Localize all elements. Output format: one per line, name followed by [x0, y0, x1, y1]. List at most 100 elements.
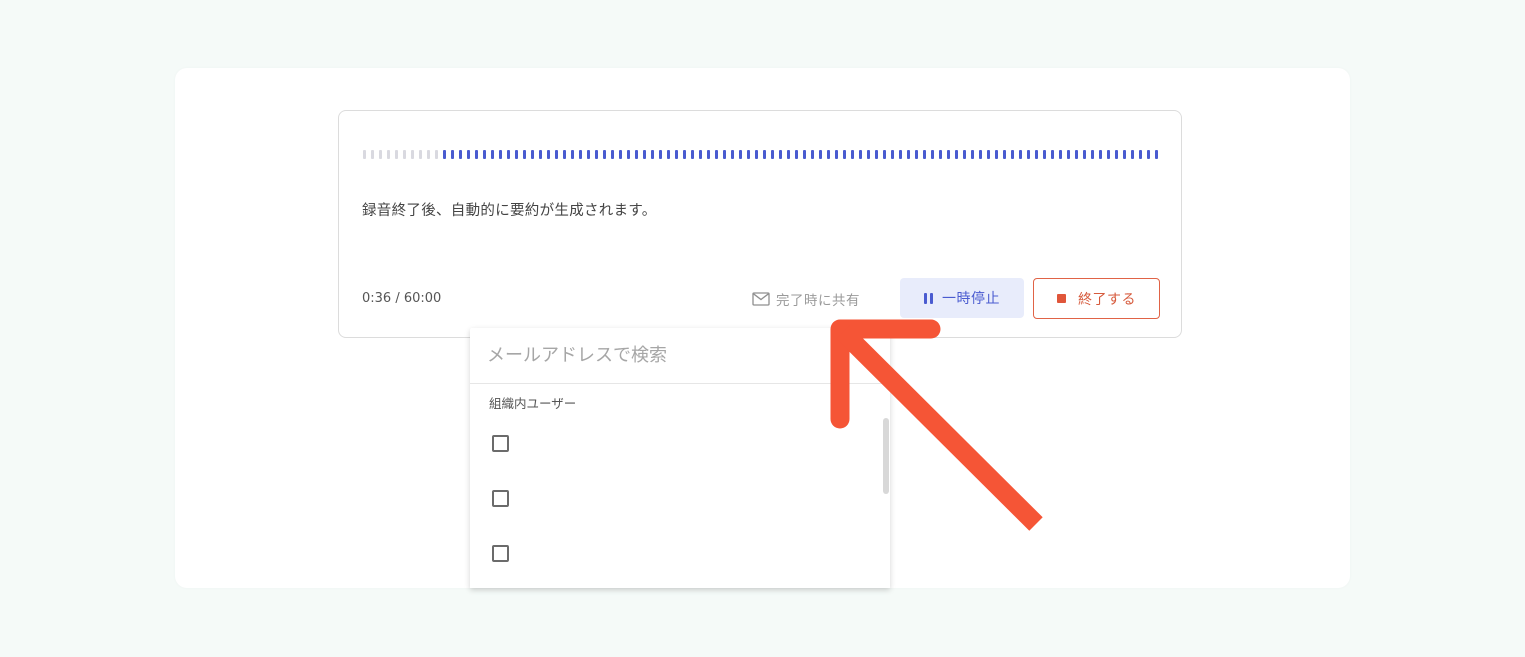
waveform-bar — [459, 150, 462, 159]
waveform-bar — [635, 150, 638, 159]
waveform-bar — [619, 150, 622, 159]
waveform-bar — [371, 150, 374, 159]
waveform-bar — [699, 150, 702, 159]
waveform-bar — [891, 150, 894, 159]
waveform-bar — [659, 150, 662, 159]
waveform-bar — [1115, 150, 1118, 159]
waveform-bar — [947, 150, 950, 159]
stop-icon — [1057, 294, 1066, 303]
pause-button[interactable]: 一時停止 — [900, 278, 1024, 318]
waveform-bar — [651, 150, 654, 159]
user-option[interactable] — [470, 417, 880, 472]
waveform-bar — [939, 150, 942, 159]
waveform-bar — [1099, 150, 1102, 159]
waveform-bar — [1147, 150, 1150, 159]
waveform-bar — [867, 150, 870, 159]
summary-notice: 録音終了後、自動的に要約が生成されます。 — [362, 203, 657, 219]
waveform-bar — [1107, 150, 1110, 159]
waveform-bar — [987, 150, 990, 159]
waveform-bar — [787, 150, 790, 159]
waveform-bar — [779, 150, 782, 159]
waveform-bar — [435, 150, 438, 159]
waveform-bar — [427, 150, 430, 159]
waveform-bar — [403, 150, 406, 159]
waveform-bar — [763, 150, 766, 159]
waveform-bar — [1019, 150, 1022, 159]
waveform-bar — [1083, 150, 1086, 159]
waveform-bar — [499, 150, 502, 159]
waveform-bar — [907, 150, 910, 159]
waveform-bar — [923, 150, 926, 159]
mail-icon — [752, 292, 770, 306]
waveform-bar — [603, 150, 606, 159]
waveform-bar — [1091, 150, 1094, 159]
waveform-bar — [883, 150, 886, 159]
waveform-bar — [1003, 150, 1006, 159]
waveform-bar — [443, 150, 446, 159]
share-user-dropdown: 組織内ユーザー — [470, 328, 890, 588]
waveform-bar — [507, 150, 510, 159]
waveform-bar — [811, 150, 814, 159]
waveform-bar — [835, 150, 838, 159]
user-checkbox[interactable] — [492, 545, 509, 562]
waveform-bar — [1123, 150, 1126, 159]
waveform-bar — [1051, 150, 1054, 159]
waveform-bar — [1067, 150, 1070, 159]
waveform-bar — [1035, 150, 1038, 159]
waveform-bar — [547, 150, 550, 159]
waveform-bar — [379, 150, 382, 159]
pause-icon — [924, 292, 933, 304]
waveform-bar — [1027, 150, 1030, 159]
waveform-bar — [795, 150, 798, 159]
waveform-bar — [411, 150, 414, 159]
waveform-bar — [859, 150, 862, 159]
waveform-bar — [611, 150, 614, 159]
user-checkbox[interactable] — [492, 490, 509, 507]
stop-recording-button[interactable]: 終了する — [1033, 278, 1160, 319]
waveform-bar — [667, 150, 670, 159]
waveform-bar — [691, 150, 694, 159]
user-option[interactable] — [470, 527, 880, 582]
waveform-bar — [739, 150, 742, 159]
user-checkbox[interactable] — [492, 435, 509, 452]
waveform-bar — [723, 150, 726, 159]
waveform-bar — [851, 150, 854, 159]
waveform-bar — [843, 150, 846, 159]
dropdown-scrollbar[interactable] — [883, 418, 889, 494]
waveform-bar — [875, 150, 878, 159]
waveform-bar — [531, 150, 534, 159]
waveform-bar — [1011, 150, 1014, 159]
pause-label: 一時停止 — [942, 291, 1000, 307]
waveform-bar — [451, 150, 454, 159]
user-option[interactable] — [470, 472, 880, 527]
share-label: 完了時に共有 — [776, 293, 860, 309]
waveform-bar — [363, 150, 366, 159]
waveform-bar — [747, 150, 750, 159]
waveform-bar — [523, 150, 526, 159]
waveform-bar — [683, 150, 686, 159]
share-on-complete-button[interactable]: 完了時に共有 — [752, 289, 860, 309]
waveform-bar — [419, 150, 422, 159]
stop-label: 終了する — [1078, 291, 1136, 308]
waveform-bar — [963, 150, 966, 159]
group-label-org-users: 組織内ユーザー — [489, 396, 577, 411]
waveform-bar — [931, 150, 934, 159]
waveform-bar — [475, 150, 478, 159]
waveform-bar — [803, 150, 806, 159]
waveform-bar — [467, 150, 470, 159]
waveform-bar — [971, 150, 974, 159]
waveform-bar — [387, 150, 390, 159]
waveform-bar — [715, 150, 718, 159]
waveform-bar — [1059, 150, 1062, 159]
email-search-input[interactable] — [470, 328, 890, 384]
waveform-bar — [587, 150, 590, 159]
waveform-bar — [675, 150, 678, 159]
waveform-bar — [755, 150, 758, 159]
waveform-bar — [1139, 150, 1142, 159]
waveform-bar — [1043, 150, 1046, 159]
waveform-bar — [515, 150, 518, 159]
audio-waveform — [363, 150, 1163, 160]
waveform-bar — [595, 150, 598, 159]
waveform-bar — [483, 150, 486, 159]
waveform-bar — [563, 150, 566, 159]
